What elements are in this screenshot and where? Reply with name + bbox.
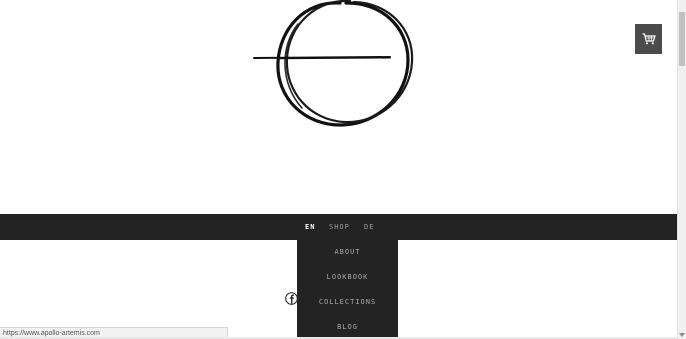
cart-button[interactable] (635, 24, 662, 54)
main-navbar: EN SHOP DE (0, 214, 677, 240)
scrollbar-thumb[interactable] (679, 12, 685, 66)
logo-icon[interactable] (250, 0, 422, 130)
nav-dropdown-menu: ABOUT LOOKBOOK COLLECTIONS BLOG (297, 240, 398, 339)
dropdown-item-collections[interactable]: COLLECTIONS (297, 298, 398, 306)
dropdown-item-lookbook[interactable]: LOOKBOOK (297, 273, 398, 281)
nav-item-de[interactable]: DE (364, 214, 374, 240)
shopping-cart-icon (642, 33, 656, 45)
page: EN SHOP DE ABOUT LOOKBOOK COLLECTIONS BL… (0, 0, 686, 339)
dropdown-item-about[interactable]: ABOUT (297, 248, 398, 256)
nav-item-shop[interactable]: SHOP (329, 214, 350, 240)
dropdown-item-blog[interactable]: BLOG (297, 323, 398, 331)
vertical-scrollbar[interactable] (677, 0, 686, 339)
scroll-down-arrow-icon[interactable] (679, 333, 685, 337)
facebook-icon[interactable] (285, 292, 298, 305)
nav-item-en[interactable]: EN (305, 214, 315, 240)
